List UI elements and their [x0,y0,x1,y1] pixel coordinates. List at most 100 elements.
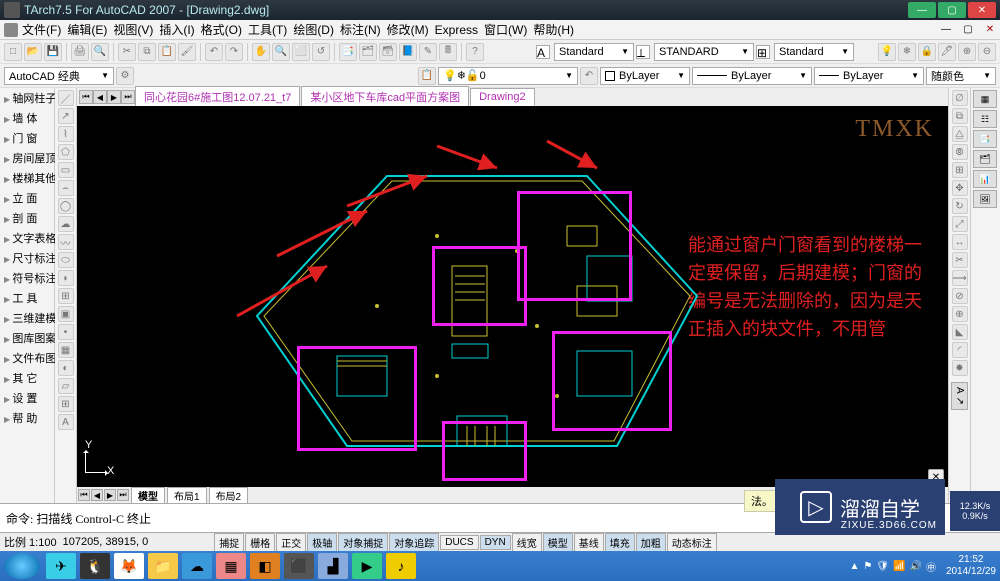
linetype-combo[interactable]: ByLayer▼ [692,67,812,85]
zoom-realtime-button[interactable]: 🔍 [272,43,290,61]
fillet-button[interactable]: ◜ [952,342,968,358]
status-dyn[interactable]: DYN [480,535,511,550]
status-scale[interactable]: 比例 1:100 [4,534,57,550]
polygon-button[interactable]: ⬠ [58,144,74,160]
rpanel-4[interactable]: 🗂 [973,150,997,168]
taskbar-autocad[interactable]: ▟ [318,553,348,579]
status-lwt[interactable]: 线宽 [512,533,542,552]
line-button[interactable]: ／ [58,90,74,106]
start-button[interactable] [4,553,40,579]
pal-dim[interactable]: 尺寸标注 [0,248,54,268]
copy-obj-button[interactable]: ⧉ [952,108,968,124]
move-button[interactable]: ✥ [952,180,968,196]
menu-window[interactable]: 窗口(W) [484,21,527,38]
erase-button[interactable]: ∅ [952,90,968,106]
pal-wall[interactable]: 墙 体 [0,108,54,128]
open-button[interactable]: 📂 [24,43,42,61]
extend-button[interactable]: ⟶ [952,270,968,286]
copy-button[interactable]: ⧉ [138,43,156,61]
menu-dim[interactable]: 标注(N) [340,21,381,38]
status-ducs[interactable]: DUCS [440,535,478,550]
pal-section[interactable]: 剖 面 [0,208,54,228]
status-snap[interactable]: 捕捉 [214,533,244,552]
taskbar-cloud[interactable]: ☁ [182,553,212,579]
tray-flag-icon[interactable]: ⚑ [863,561,872,572]
status-ortho[interactable]: 正交 [276,533,306,552]
array-button[interactable]: ⊞ [952,162,968,178]
pal-other[interactable]: 其 它 [0,368,54,388]
pal-room[interactable]: 房间屋顶 [0,148,54,168]
pal-symbol[interactable]: 符号标注 [0,268,54,288]
status-osnap[interactable]: 对象捕捉 [338,533,388,552]
revcloud-button[interactable]: ☁ [58,216,74,232]
save-button[interactable]: 💾 [44,43,62,61]
status-otrack[interactable]: 对象追踪 [389,533,439,552]
layer-tool-1[interactable]: ❄ [898,43,916,61]
taskbar-folder[interactable]: 📁 [148,553,178,579]
rpanel-6[interactable]: 🖼 [973,190,997,208]
system-tray[interactable]: ▲ ⚑ 🛡 📶 🔊 ㊥ 21:52 2014/12/29 [849,554,996,578]
maximize-button[interactable]: ▢ [938,2,966,18]
scale-button[interactable]: ⤢ [952,216,968,232]
offset-button[interactable]: ⦾ [952,144,968,160]
tab-last-button[interactable]: ⏭ [121,90,135,104]
viewport[interactable]: TMXK 能通过窗户门窗看到的楼梯一定要保留，后期建模；门窗的编号是无法删除的，… [77,106,948,487]
block-button[interactable]: ▣ [58,306,74,322]
layout-first-button[interactable]: ⏮ [78,489,90,501]
status-grid[interactable]: 栅格 [245,533,275,552]
rpanel-3[interactable]: 📑 [973,130,997,148]
pal-elev[interactable]: 立 面 [0,188,54,208]
layer-tool-3[interactable]: 🖊 [938,43,956,61]
menu-draw[interactable]: 绘图(D) [293,21,334,38]
pan-button[interactable]: ✋ [252,43,270,61]
status-polar[interactable]: 极轴 [307,533,337,552]
preview-button[interactable]: 🔍 [91,43,109,61]
arc-button[interactable]: ⌢ [58,180,74,196]
status-model[interactable]: 模型 [543,533,573,552]
tray-arrow-icon[interactable]: ▲ [849,561,859,572]
circle-button[interactable]: ◯ [58,198,74,214]
tab-next-button[interactable]: ▶ [107,90,121,104]
menu-view[interactable]: 视图(V) [113,21,153,38]
toolpalettes-button[interactable]: 🗃 [379,43,397,61]
status-base[interactable]: 基线 [574,533,604,552]
layout-last-button[interactable]: ⏭ [117,489,129,501]
layer-tool-5[interactable]: ⊖ [978,43,996,61]
layout-next-button[interactable]: ▶ [104,489,116,501]
menu-help[interactable]: 帮助(H) [533,21,574,38]
layout2-tab[interactable]: 布局2 [209,487,249,504]
table-button[interactable]: ⊞ [58,396,74,412]
redo-button[interactable]: ↷ [225,43,243,61]
rect-button[interactable]: ▭ [58,162,74,178]
menu-edit[interactable]: 编辑(E) [67,21,107,38]
taskbar-music[interactable]: ♪ [386,553,416,579]
status-dyndim[interactable]: 动态标注 [667,533,717,552]
status-bold[interactable]: 加粗 [636,533,666,552]
undo-button[interactable]: ↶ [205,43,223,61]
zoom-window-button[interactable]: ⬜ [292,43,310,61]
chamfer-button[interactable]: ◣ [952,324,968,340]
doc-restore-button[interactable]: ▢ [958,22,978,38]
gradient-button[interactable]: ◐ [58,360,74,376]
calc-button[interactable]: 🖩 [439,43,457,61]
new-button[interactable]: □ [4,43,22,61]
spline-button[interactable]: 〰 [58,234,74,250]
zoom-previous-button[interactable]: ↺ [312,43,330,61]
pal-axis[interactable]: 轴网柱子 [0,88,54,108]
close-button[interactable]: ✕ [968,2,996,18]
tray-volume-icon[interactable]: 🔊 [909,561,921,572]
lineweight-combo[interactable]: ByLayer▼ [814,67,924,85]
workspace-settings-button[interactable]: ⚙ [116,67,134,85]
menu-app-icon[interactable] [4,23,18,37]
dwg-tab-0[interactable]: 同心花园6#施工图12.07.21_t7 [135,86,300,108]
paste-button[interactable]: 📋 [158,43,176,61]
mirror-button[interactable]: ⧋ [952,126,968,142]
region-button[interactable]: ▱ [58,378,74,394]
plotstyle-combo[interactable]: 随颜色▼ [926,67,996,85]
pal-tool[interactable]: 工 具 [0,288,54,308]
stretch-button[interactable]: ↔ [952,234,968,250]
pal-stair[interactable]: 楼梯其他 [0,168,54,188]
xline-button[interactable]: ↗ [58,108,74,124]
minimize-button[interactable]: — [908,2,936,18]
properties-button[interactable]: 📑 [339,43,357,61]
